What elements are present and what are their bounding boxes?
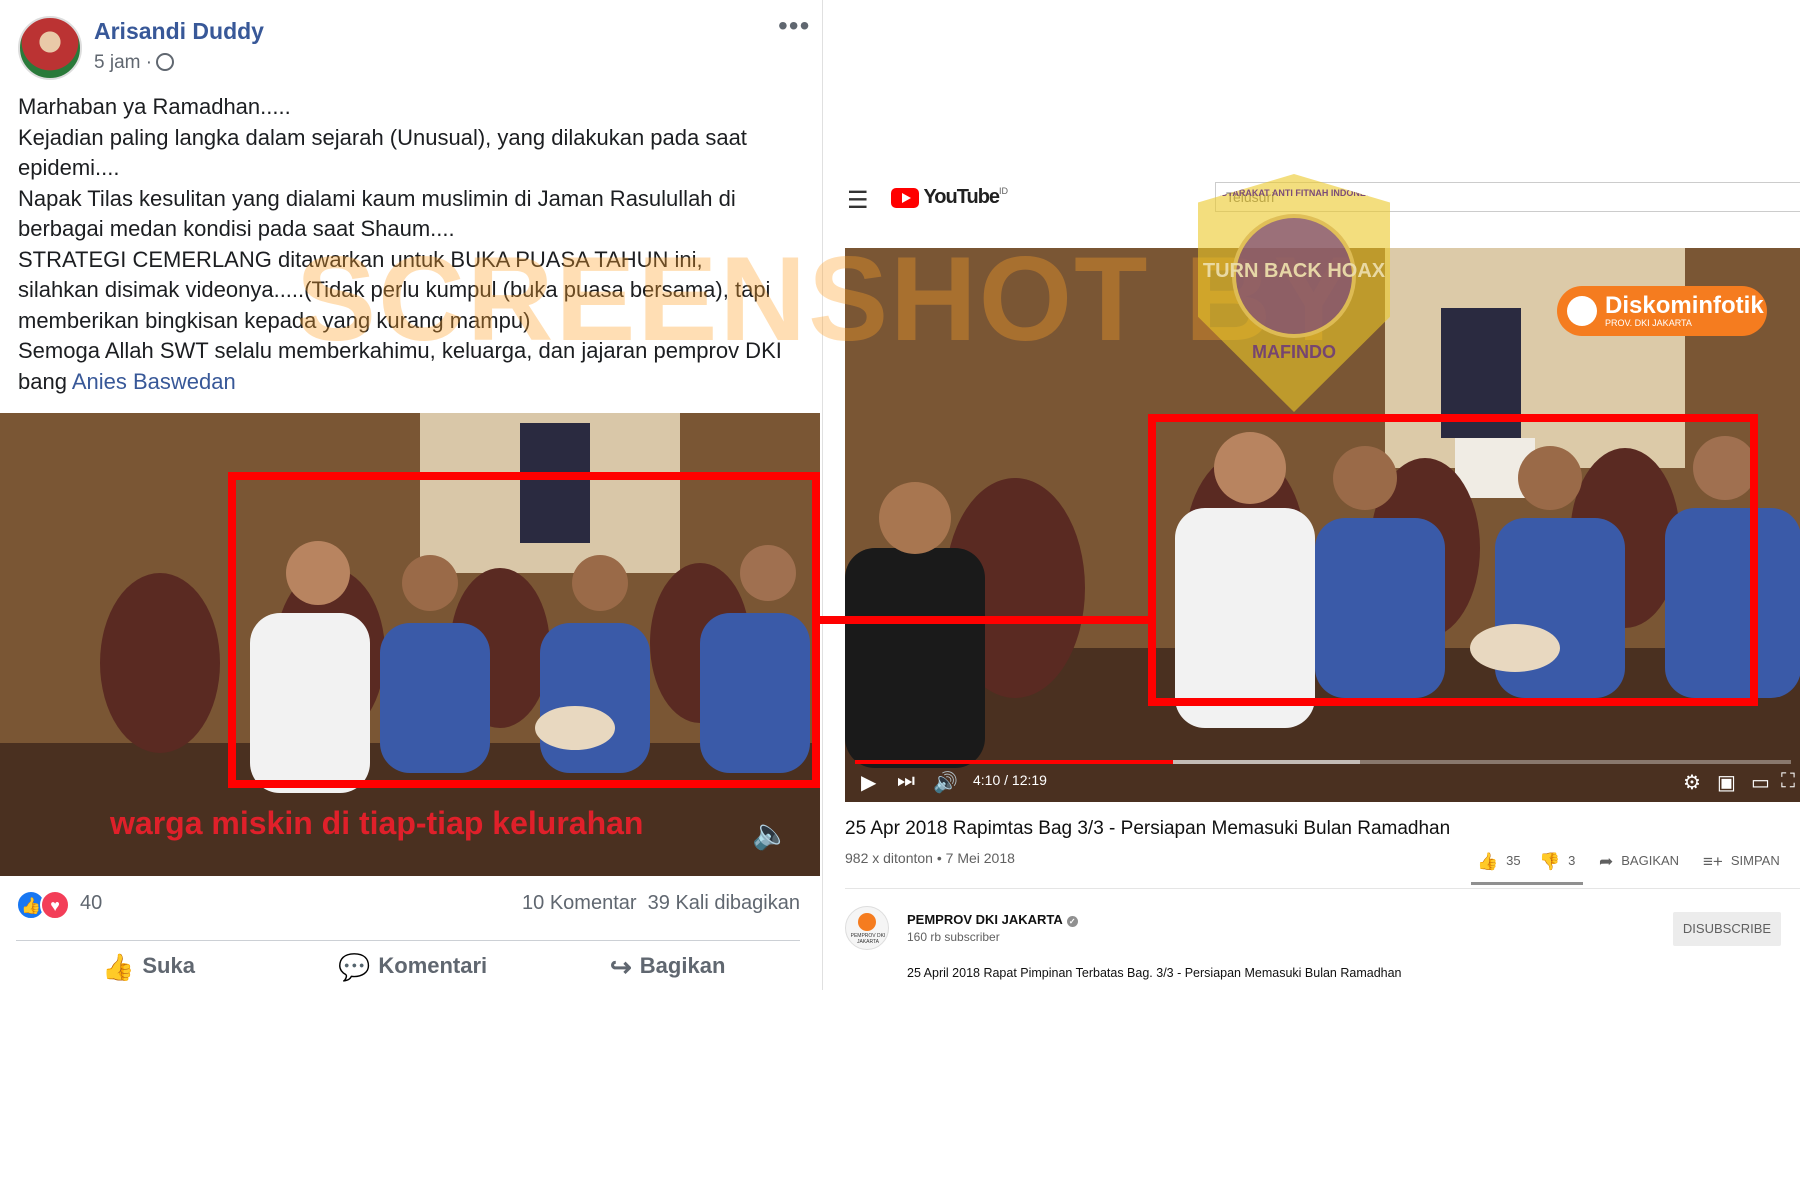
thumbs-up-icon: 👍 — [1477, 852, 1499, 871]
author-name[interactable]: Arisandi Duddy — [94, 18, 264, 45]
progress-fill — [855, 760, 1174, 764]
seal-main-text: TURN BACK HOAX — [1202, 260, 1386, 282]
comment-count[interactable]: 10 Komentar — [522, 892, 637, 914]
like-label: Suka — [142, 953, 195, 978]
thumbs-down-icon: 👎 — [1539, 852, 1561, 871]
video-caption: warga miskin di tiap-tiap kelurahan — [110, 805, 644, 841]
view-count-date: 982 x ditonton • 7 Mei 2018 — [845, 850, 1015, 866]
save-button[interactable]: ≡+ SIMPAN — [1703, 852, 1780, 872]
globe-icon — [156, 53, 175, 71]
youtube-wordmark: YouTube — [923, 186, 1000, 208]
thumbs-up-icon: 👍 — [102, 952, 135, 982]
settings-gear-icon[interactable]: ⚙ — [1683, 770, 1701, 795]
share-button[interactable]: ➦ BAGIKAN — [1599, 852, 1679, 872]
post-line: Napak Tilas kesulitan yang dialami kaum … — [18, 185, 736, 211]
post-line-last: bang Anies Baswedan — [18, 367, 808, 398]
timecode: 4:10 / 12:19 — [973, 772, 1047, 788]
dislike-button[interactable]: 👎 3 — [1539, 852, 1575, 872]
highlight-box-facebook — [228, 472, 820, 788]
post-line-prefix: bang — [18, 368, 72, 394]
channel-logo-icon — [858, 913, 876, 931]
share-button[interactable]: ↪ Bagikan — [610, 952, 725, 983]
miniplayer-icon[interactable]: ▣ — [1717, 770, 1736, 795]
playlist-add-icon: ≡+ — [1703, 852, 1723, 871]
video-title: 25 Apr 2018 Rapimtas Bag 3/3 - Persiapan… — [845, 818, 1451, 839]
highlight-box-youtube — [1148, 414, 1758, 706]
diskominfotik-overlay: Diskominfotik PROV. DKI JAKARTA — [1557, 286, 1767, 336]
save-label: SIMPAN — [1730, 853, 1780, 868]
like-button[interactable]: 👍 35 — [1477, 852, 1521, 872]
comment-label: Komentari — [378, 953, 488, 978]
share-arrow-icon: ↪ — [610, 952, 632, 982]
post-line: Marhaban ya Ramadhan..... — [18, 94, 291, 119]
like-count: 35 — [1506, 853, 1521, 868]
share-label: BAGIKAN — [1621, 853, 1680, 868]
post-time[interactable]: 5 jam · — [94, 52, 175, 74]
share-count[interactable]: 39 Kali dibagikan — [648, 892, 800, 914]
divider — [16, 940, 800, 941]
share-label: Bagikan — [639, 953, 726, 978]
youtube-play-logo-icon — [891, 187, 919, 208]
love-reaction-icon: ♥ — [40, 890, 70, 920]
comment-button[interactable]: 💬 Komentari — [338, 952, 487, 983]
author-avatar[interactable] — [18, 16, 82, 80]
post-line: Kejadian paling langka dalam sejarah (Un… — [18, 124, 747, 150]
diskominfotik-logo-icon — [1567, 296, 1597, 326]
highlight-connector-line — [814, 616, 1150, 624]
unsubscribe-button[interactable]: DISUBSCRIBE — [1673, 912, 1781, 946]
fullscreen-icon[interactable]: ⛶ — [1781, 770, 1795, 793]
share-arrow-icon: ➦ — [1599, 852, 1614, 871]
progress-bar[interactable] — [855, 760, 1791, 764]
brand-overlay-subtext: PROV. DKI JAKARTA — [1605, 318, 1692, 328]
progress-buffer — [1173, 760, 1361, 764]
more-options-button[interactable]: ••• — [778, 10, 810, 42]
channel-avatar-label: PEMPROV DKI JAKARTA — [850, 933, 886, 945]
divider — [845, 888, 1800, 889]
youtube-logo[interactable]: YouTubeID — [891, 186, 1008, 214]
post-time-text: 5 jam · — [94, 52, 153, 73]
play-icon[interactable]: ▶ — [861, 770, 876, 795]
subscriber-count: 160 rb subscriber — [907, 930, 1000, 944]
region-code: ID — [999, 186, 1009, 196]
like-ratio-bar — [1471, 882, 1583, 885]
volume-icon[interactable]: 🔈 — [752, 817, 789, 852]
brand-overlay-text: Diskominfotik — [1605, 292, 1764, 319]
video-description: 25 April 2018 Rapat Pimpinan Terbatas Ba… — [907, 966, 1402, 980]
channel-name-text: PEMPROV DKI JAKARTA — [907, 912, 1063, 927]
dislike-count: 3 — [1568, 853, 1576, 868]
reaction-count[interactable]: 40 — [80, 892, 102, 915]
comment-icon: 💬 — [338, 952, 371, 982]
channel-avatar[interactable]: PEMPROV DKI JAKARTA — [845, 906, 889, 950]
like-button[interactable]: 👍 Suka — [102, 952, 195, 983]
hamburger-menu-icon[interactable]: ☰ — [847, 186, 869, 215]
comment-share-counts: 10 Komentar 39 Kali dibagikan — [522, 892, 800, 915]
next-icon[interactable]: ⏭ — [897, 770, 915, 793]
channel-name[interactable]: PEMPROV DKI JAKARTA ✓ — [907, 912, 1078, 927]
post-line: epidemi.... — [18, 155, 120, 180]
volume-icon[interactable]: 🔊 — [933, 770, 958, 795]
post-stats: 👍 ♥ 40 10 Komentar 39 Kali dibagikan — [16, 890, 800, 926]
mention-link[interactable]: Anies Baswedan — [72, 369, 236, 394]
theater-mode-icon[interactable]: ▭ — [1751, 770, 1770, 795]
screenshot-watermark: SCREENSHOT BY — [296, 232, 1356, 366]
verified-check-icon: ✓ — [1066, 916, 1078, 927]
post-actions: 👍 Suka 💬 Komentari ↪ Bagikan — [0, 952, 820, 992]
